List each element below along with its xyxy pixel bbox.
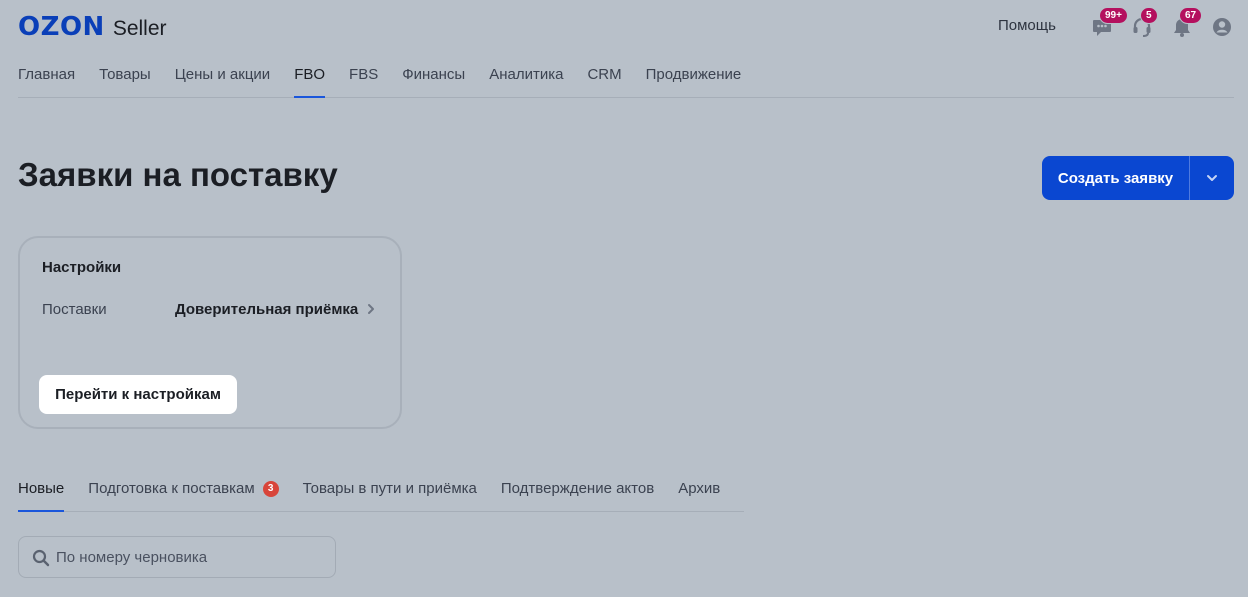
support-badge: 5	[1140, 7, 1158, 24]
ozon-seller-logo[interactable]: OZON Seller	[18, 12, 167, 42]
tab-label: Новые	[18, 480, 65, 497]
chevron-down-icon	[1207, 175, 1217, 181]
account-icon[interactable]	[1211, 16, 1233, 38]
tab-label: Подготовка к поставкам	[88, 480, 255, 497]
tab-acts-confirmation[interactable]: Подтверждение актов	[501, 480, 654, 511]
create-request-dropdown-button[interactable]	[1190, 156, 1234, 200]
nav-item-fbo[interactable]: FBO	[294, 66, 325, 98]
create-request-button[interactable]: Создать заявку	[1042, 156, 1189, 200]
supplies-label: Поставки	[42, 301, 107, 318]
help-link[interactable]: Помощь	[998, 17, 1056, 34]
nav-item-fbs[interactable]: FBS	[349, 66, 378, 97]
tab-in-transit[interactable]: Товары в пути и приёмка	[303, 480, 477, 511]
nav-item-finance[interactable]: Финансы	[402, 66, 465, 97]
chat-icon[interactable]: 99+	[1091, 7, 1128, 38]
tab-preparation[interactable]: Подготовка к поставкам 3	[88, 480, 279, 511]
notifications-badge: 67	[1179, 7, 1203, 24]
nav-item-crm[interactable]: CRM	[587, 66, 621, 97]
main-nav: Главная Товары Цены и акции FBO FBS Фина…	[18, 66, 1234, 98]
settings-card: Настройки Поставки Доверительная приёмка…	[18, 236, 402, 429]
nav-item-promotion[interactable]: Продвижение	[646, 66, 742, 97]
draft-search-box	[18, 536, 336, 578]
tab-count-badge: 3	[262, 481, 279, 497]
chat-badge: 99+	[1099, 7, 1128, 24]
settings-card-title: Настройки	[42, 259, 122, 276]
supplies-value-link[interactable]: Доверительная приёмка	[175, 301, 358, 318]
chevron-right-icon[interactable]	[365, 302, 377, 316]
go-to-settings-button[interactable]: Перейти к настройкам	[39, 375, 237, 414]
tab-new[interactable]: Новые	[18, 480, 65, 512]
nav-item-main[interactable]: Главная	[18, 66, 75, 97]
nav-item-analytics[interactable]: Аналитика	[489, 66, 563, 97]
tab-archive[interactable]: Архив	[678, 480, 720, 511]
support-icon[interactable]: 5	[1131, 7, 1158, 38]
nav-item-prices[interactable]: Цены и акции	[175, 66, 270, 97]
bell-icon[interactable]: 67	[1171, 7, 1203, 38]
logo-brand: OZON	[18, 12, 105, 42]
search-input[interactable]	[56, 537, 326, 577]
tab-label: Подтверждение актов	[500, 480, 655, 497]
tab-label: Архив	[678, 480, 721, 497]
supply-status-tabs: Новые Подготовка к поставкам 3 Товары в …	[18, 480, 744, 512]
nav-item-products[interactable]: Товары	[99, 66, 151, 97]
page-title: Заявки на поставку	[18, 156, 338, 193]
logo-product: Seller	[112, 17, 167, 40]
search-icon	[32, 549, 50, 567]
create-request-split-button: Создать заявку	[1042, 156, 1234, 200]
tab-label: Товары в пути и приёмка	[302, 480, 477, 497]
